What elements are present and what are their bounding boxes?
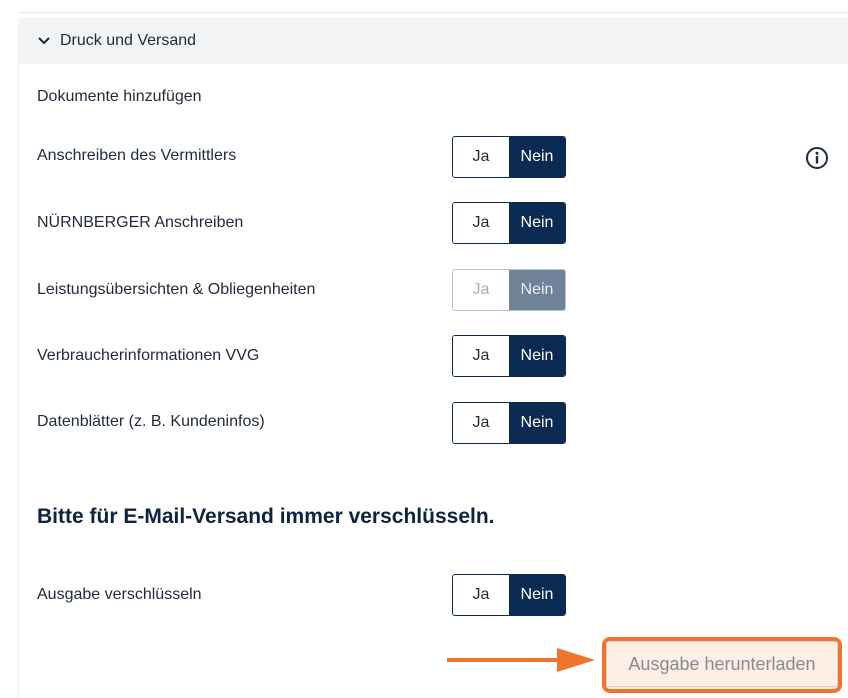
toggle-anschreiben-vermittler[interactable]: Ja Nein [452,136,566,178]
top-divider [18,0,848,13]
row-label-leistungsuebersichten: Leistungsübersichten & Obliegenheiten [37,281,316,298]
row-label-anschreiben-vermittler: Anschreiben des Vermittlers [37,147,237,164]
toggle-option-ja[interactable]: Ja [453,336,509,376]
toggle-option-nein[interactable]: Nein [509,403,565,443]
toggle-option-nein: Nein [509,270,565,310]
toggle-leistungsuebersichten: Ja Nein [452,269,566,311]
documents-heading: Dokumente hinzufügen [37,88,202,105]
toggle-verbraucherinformationen[interactable]: Ja Nein [452,335,566,377]
toggle-option-ja[interactable]: Ja [453,137,509,177]
row-label-nuernberger-anschreiben: NÜRNBERGER Anschreiben [37,214,244,231]
arrow-right-icon [447,646,597,674]
toggle-option-ja[interactable]: Ja [453,203,509,243]
row-label-ausgabe-verschluesseln: Ausgabe verschlüsseln [37,586,202,603]
section-header-druck-und-versand[interactable]: Druck und Versand [18,18,848,64]
toggle-datenblaetter[interactable]: Ja Nein [452,402,566,444]
toggle-option-nein[interactable]: Nein [509,575,565,615]
info-icon[interactable] [805,146,829,170]
toggle-option-nein[interactable]: Nein [509,137,565,177]
download-button[interactable]: Ausgabe herunterladen [602,637,842,693]
toggle-option-ja[interactable]: Ja [453,403,509,443]
download-button-label: Ausgabe herunterladen [606,641,838,687]
row-label-verbraucherinformationen: Verbraucherinformationen VVG [37,347,260,364]
toggle-option-ja[interactable]: Ja [453,575,509,615]
chevron-down-icon [38,35,50,47]
toggle-option-nein[interactable]: Nein [509,203,565,243]
toggle-ausgabe-verschluesseln[interactable]: Ja Nein [452,574,566,616]
encryption-heading: Bitte für E-Mail-Versand immer verschlüs… [37,505,495,528]
row-label-datenblaetter: Datenblätter (z. B. Kundeninfos) [37,413,265,430]
toggle-option-ja: Ja [453,270,509,310]
toggle-option-nein[interactable]: Nein [509,336,565,376]
toggle-nuernberger-anschreiben[interactable]: Ja Nein [452,202,566,244]
section-title: Druck und Versand [60,32,197,49]
